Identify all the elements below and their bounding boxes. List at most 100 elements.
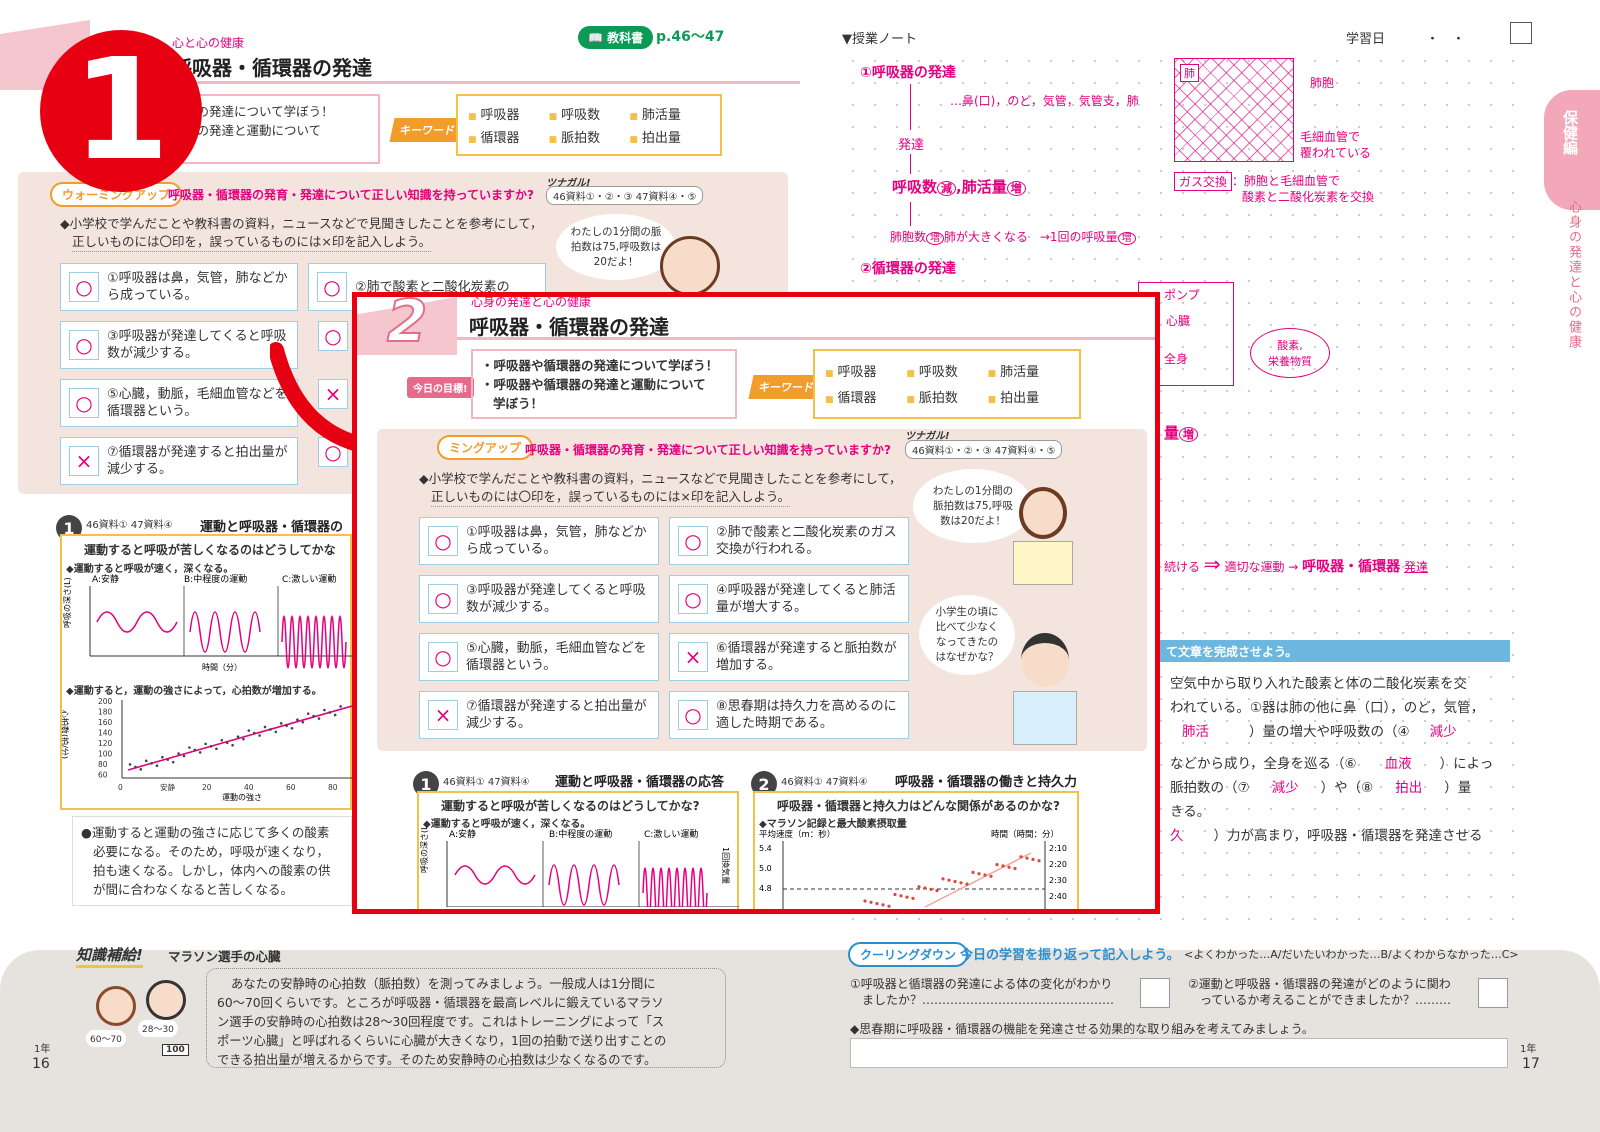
scatter-point <box>977 872 981 876</box>
zoom-warmup-question: 呼吸器・循環器の発育・発達について正しい知識を持っていますか? <box>525 443 892 457</box>
zoom-keyword-item: 肺活量 <box>988 361 1069 381</box>
note-haiho: 肺胞数増肺が大きくなる →1回の呼吸量増 <box>890 228 1136 245</box>
y-tick-label: 180 <box>98 708 113 717</box>
textbook-badge: 📖 教科書 <box>578 26 654 49</box>
answer-mark[interactable]: ○ <box>678 700 708 730</box>
scatter-point <box>166 758 170 761</box>
zoom-section2-title: 呼吸器・循環器の働きと持久力 <box>895 775 1078 790</box>
scatter-point <box>177 752 180 755</box>
scatter-point <box>923 886 927 890</box>
girl-face <box>1019 487 1067 539</box>
note-kokyu: 呼吸数減 ,肺活量増 <box>892 176 1026 197</box>
runner-illustration: 60〜70 28〜30 100 <box>86 980 196 1066</box>
race-bib: 100 <box>162 1044 189 1056</box>
zoom-goal-box: ・呼吸器や循環器の発達について学ぼう！ ・呼吸器や循環器の発達と運動について 学… <box>471 349 737 419</box>
cooldown-answer-1[interactable] <box>1140 978 1170 1008</box>
cooldown-answer-3[interactable] <box>850 1038 1508 1068</box>
section-tsunagaru: 46資料① 47資料④ <box>86 520 173 531</box>
alveoli-label: 肺胞 <box>1310 76 1335 90</box>
zoom-side-label: 1回換気量 <box>721 847 731 884</box>
lung-label: 肺 <box>1180 64 1199 82</box>
gas-exchange-label: ガス交換 <box>1174 172 1233 191</box>
answer-mark[interactable]: ○ <box>428 584 458 614</box>
y-tick-label: 160 <box>98 718 113 727</box>
y-tick-label: 5.0 <box>759 864 772 873</box>
zoom-question-box: ○ ⑧思春期は持久力を高めるのに適した時期である。 <box>669 691 909 739</box>
answer-mark[interactable]: ○ <box>678 526 708 556</box>
scatter-point <box>935 889 939 893</box>
answer-mark[interactable]: ○ <box>678 584 708 614</box>
scatter-point <box>989 874 993 878</box>
scatter-point <box>171 760 175 764</box>
zoom-warmup-badge: ミングアップ <box>437 435 534 460</box>
callout-number-badge: 1 <box>40 30 202 192</box>
answer-mark[interactable]: ○ <box>428 526 458 556</box>
cooldown-q3: ◆思春期に呼吸器・循環器の機能を発達させる効果的な取り組みを考えてみましょう。 <box>850 1022 1314 1036</box>
answer-mark[interactable]: ○ <box>69 272 99 302</box>
cooldown-q2-line: っているか考えることができましたか？……… <box>1200 993 1452 1007</box>
date-checkbox[interactable] <box>1510 22 1532 44</box>
tip-title: マラソン選手の心臓 <box>168 949 281 964</box>
scatter-point <box>301 720 305 724</box>
scatter-point <box>279 722 283 725</box>
cooldown-scale: <よくわかった…A/だいたいわかった…B/よくわからなかった…C> <box>1184 948 1519 961</box>
zoom-section1-refs: 46資料① 47資料④ <box>443 777 530 788</box>
answer-mark[interactable]: ○ <box>428 642 458 672</box>
speech-bubble: わたしの1分間の脈拍数は75,呼吸数は20だよ！ <box>556 214 676 280</box>
book-icon: 📖 <box>588 31 603 45</box>
zoom-instruction-1: ◆小学校で学んだことや教科書の資料，ニュースなどで見聞きしたことを参考にして， <box>419 471 902 486</box>
scatter-point <box>188 746 191 749</box>
scatter-point <box>269 728 272 731</box>
note-haikatsu-text: 肺活量 <box>961 178 1007 196</box>
answer-mark[interactable]: ○ <box>69 388 99 418</box>
scatter-point <box>1007 865 1011 869</box>
woman-avatar <box>96 986 136 1026</box>
capillary-label-1: 毛細血管で <box>1300 130 1361 144</box>
paragraph-line: などから成り，全身を巡る（⑥ 血液 ）によっ <box>1170 752 1520 776</box>
note-arrow-text: →1回の呼吸量 <box>1039 230 1118 244</box>
y-tick-label: 100 <box>98 750 113 759</box>
note-increase-badge: 増 <box>1179 427 1199 442</box>
scatter-point <box>306 712 310 715</box>
tip-line: できる拍出量が増えるからです。そのため安静時の心拍数は少なくなるのです。 <box>217 1053 657 1067</box>
y-tick-label: 80 <box>98 760 108 769</box>
scatter-point <box>905 895 909 899</box>
flow-step-3: 呼吸器・循環器 <box>1302 559 1401 575</box>
scatter-point <box>193 748 197 752</box>
scatter-point <box>290 726 294 730</box>
summary-line: 拍も速くなる。しかし，体内への酸素の供 <box>93 863 331 878</box>
text-segment: 脈拍数の（⑦ <box>1170 780 1250 796</box>
scatter-point <box>204 742 207 746</box>
zoom-question-box: ○ ③呼吸器が発達してくると呼吸数が減少する。 <box>419 575 659 623</box>
cooldown-answer-2[interactable] <box>1478 978 1508 1008</box>
question-text: ①呼吸器は鼻，気管，肺などから成っている。 <box>107 271 288 303</box>
answer-mark[interactable]: ○ <box>69 330 99 360</box>
note-ryo: 量増 <box>1164 422 1199 443</box>
page-number-left: 16 <box>32 1056 50 1072</box>
answer-mark[interactable]: × <box>428 700 458 730</box>
zoom-tsunagaru-refs: 46資料①・②・③ 47資料④・⑤ <box>905 440 1063 459</box>
zoom-section1-question: 運動すると呼吸が苦しくなるのはどうしてかな? <box>441 799 700 813</box>
question-text: ②肺で酸素と二酸化炭素のガス交換が行われる。 <box>716 525 897 557</box>
note-kokyu-text: 呼吸数 <box>892 178 938 196</box>
textbook-pages: p.46〜47 <box>656 29 725 45</box>
section-question: 運動すると呼吸が苦しくなるのはどうしてかな <box>84 543 336 557</box>
zoom-goal-line: 学ぼう！ <box>493 396 544 411</box>
answer-mark[interactable]: × <box>678 642 708 672</box>
tip-line: 60〜70回くらいです。ところが呼吸器・循環器を最高レベルに鍛えているマラソ <box>217 996 664 1010</box>
breathing-chart: A:安静 B:中程度の運動 C:激しい運動 呼吸の深さ(L) 時間（分） <box>62 573 352 672</box>
answer-mark[interactable]: ○ <box>317 272 347 302</box>
heart-rate-chart: 2001801601401201008060 0 安静 20 40 60 80 心拍数(拍… <box>62 697 352 802</box>
complete-header: て文章を完成させよう。 <box>1160 640 1510 662</box>
question-text: ④呼吸器が発達してくると肺活量が増大する。 <box>716 583 896 615</box>
man-avatar <box>146 980 186 1020</box>
teacher-face <box>1021 633 1069 687</box>
scatter-point <box>881 903 885 907</box>
goal-line-1: 器の発達について学ぼう！ <box>184 104 334 119</box>
tip-label: 知識補給! <box>76 944 143 968</box>
answer-mark[interactable]: × <box>69 446 99 476</box>
scatter-point <box>995 863 999 867</box>
scatter-point <box>911 896 915 900</box>
keyword-box: 呼吸器 呼吸数 肺活量 循環器 脈拍数 拍出量 <box>456 94 722 156</box>
lesson-title: 呼吸器・循環器の発達 <box>172 56 372 80</box>
